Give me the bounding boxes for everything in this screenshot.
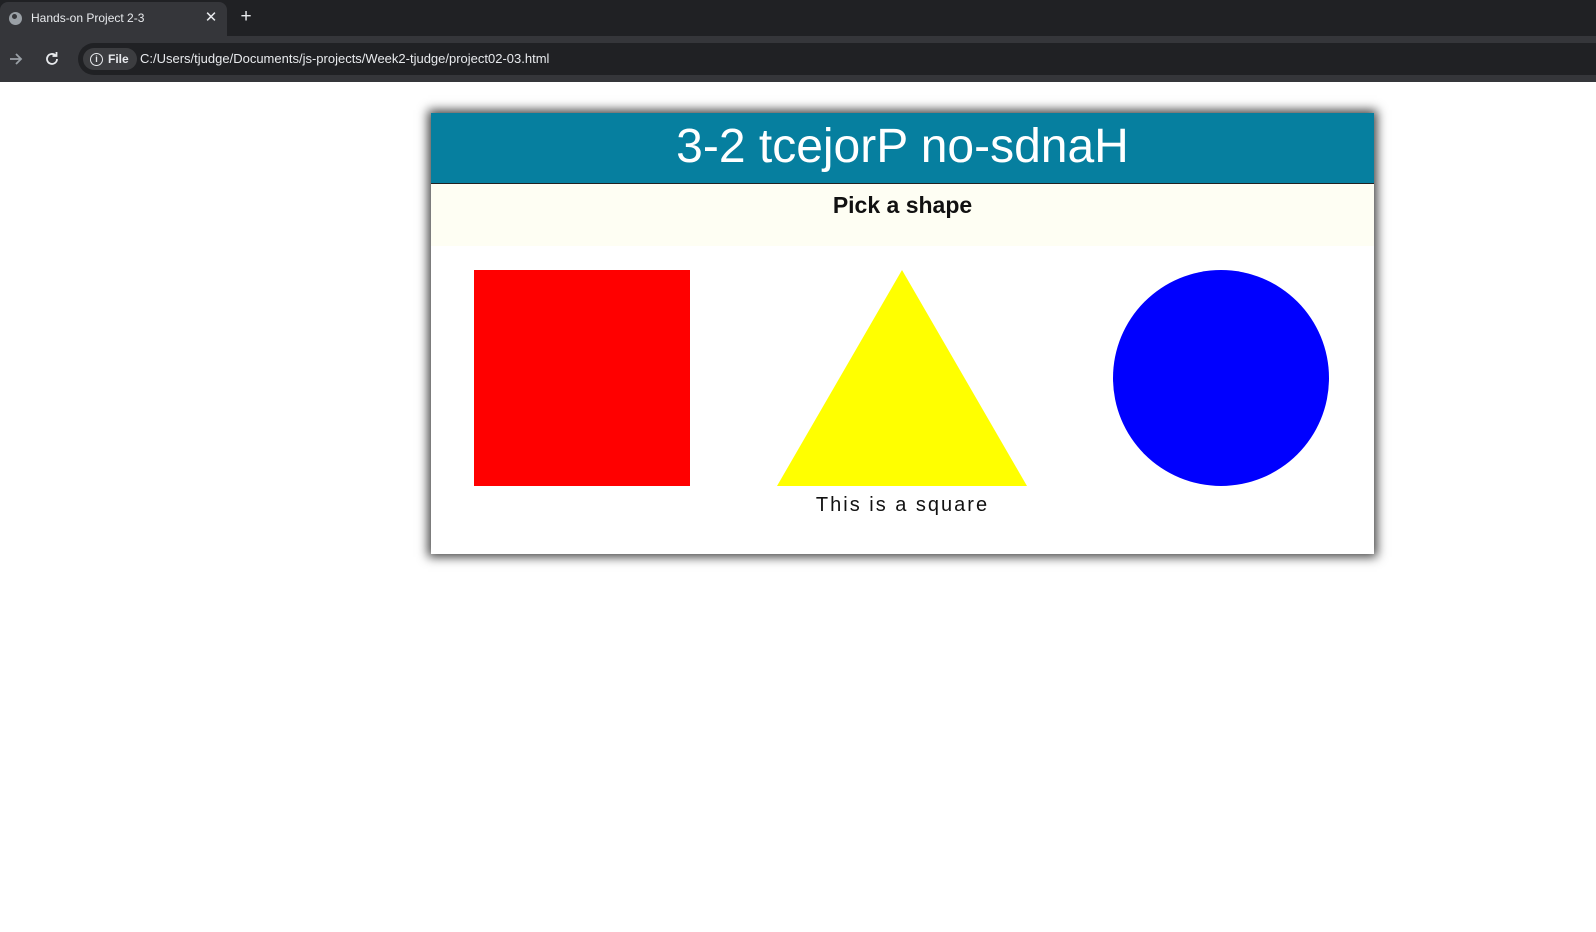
browser-toolbar: i File C:/Users/tjudge/Documents/js-proj… bbox=[0, 36, 1596, 82]
site-info-chip[interactable]: i File bbox=[83, 48, 137, 70]
tab-title: Hands-on Project 2-3 bbox=[31, 11, 145, 25]
reload-icon[interactable] bbox=[41, 48, 63, 70]
url-text[interactable]: C:/Users/tjudge/Documents/js-projects/We… bbox=[140, 51, 549, 66]
prompt-heading: Pick a shape bbox=[832, 192, 973, 218]
browser-tab[interactable]: Hands-on Project 2-3 ✕ bbox=[0, 2, 227, 36]
triangle-shape[interactable] bbox=[777, 270, 1027, 486]
forward-icon[interactable] bbox=[5, 48, 27, 70]
square-shape[interactable] bbox=[474, 270, 690, 486]
site-info-label: File bbox=[108, 52, 129, 66]
address-bar[interactable]: i File C:/Users/tjudge/Documents/js-proj… bbox=[78, 43, 1596, 75]
page-title: 3-2 tcejorP no-sdnaH bbox=[431, 113, 1374, 184]
tab-strip: Hands-on Project 2-3 ✕ + bbox=[0, 0, 1596, 36]
info-icon: i bbox=[90, 52, 103, 66]
prompt-band: Pick a shape bbox=[431, 184, 1374, 246]
circle-shape[interactable] bbox=[1113, 270, 1329, 486]
close-tab-icon[interactable]: ✕ bbox=[203, 8, 219, 28]
globe-icon bbox=[9, 12, 22, 25]
project-card: 3-2 tcejorP no-sdnaH Pick a shape This i… bbox=[431, 113, 1374, 554]
shape-caption: This is a square bbox=[815, 494, 990, 516]
new-tab-button[interactable]: + bbox=[236, 6, 256, 28]
